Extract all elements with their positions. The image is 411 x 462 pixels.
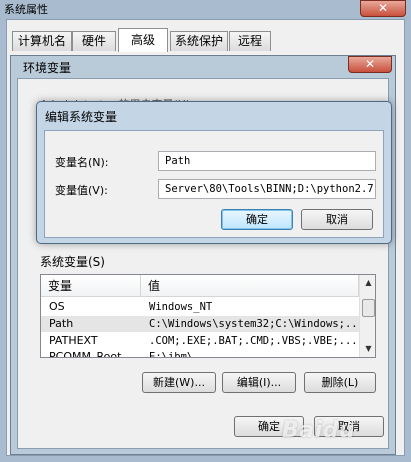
row-variable-value: C:\Windows\system32;C:\Windows;... (149, 318, 357, 330)
tab-remote[interactable]: 远程 (229, 31, 271, 51)
edit-cancel-button[interactable]: 取消 (301, 209, 373, 230)
system-variables-label: 系统变量(S) (40, 255, 105, 269)
scrollbar-thumb[interactable] (362, 299, 375, 317)
table-row[interactable]: PCOMM_Root E:\ibm\ (41, 349, 359, 358)
system-variables-table[interactable]: 变量 值 OS Windows_NT Path C:\Windows\syste… (40, 274, 376, 358)
tab-computer-name[interactable]: 计算机名 (12, 31, 72, 51)
new-variable-button[interactable]: 新建(W)... (142, 372, 216, 393)
column-header-variable[interactable]: 变量 (41, 275, 141, 297)
table-scrollbar[interactable]: ▲ ▼ (359, 275, 375, 357)
scroll-up-arrow-icon[interactable]: ▲ (360, 275, 375, 291)
edit-dialog-body: 变量名(N): Path 变量值(V): Server\80\Tools\BIN… (44, 130, 384, 238)
baidu-watermark: Baidu (282, 418, 356, 443)
tab-system-protection[interactable]: 系统保护 (170, 31, 228, 51)
tab-advanced[interactable]: 高级 (118, 28, 168, 52)
row-variable-value: Windows_NT (149, 301, 213, 313)
system-properties-title: 系统属性 (4, 3, 48, 16)
row-variable-name: PATHEXT (49, 334, 98, 347)
environment-variables-close-button[interactable]: ✕ (348, 56, 392, 73)
variable-value-label: 变量值(V): (55, 184, 108, 197)
row-variable-name: Path (49, 317, 74, 330)
variable-name-label: 变量名(N): (55, 156, 109, 169)
edit-system-variable-dialog: 编辑系统变量 变量名(N): Path 变量值(V): Server\80\To… (36, 101, 392, 244)
table-row[interactable]: OS Windows_NT (41, 299, 359, 315)
system-properties-close-button[interactable]: ✕ (360, 0, 406, 17)
scroll-down-arrow-icon[interactable]: ▼ (360, 341, 375, 357)
row-variable-name: OS (49, 300, 65, 313)
variable-name-field[interactable]: Path (158, 151, 376, 171)
edit-variable-button[interactable]: 编辑(I)... (222, 372, 296, 393)
environment-variables-title: 环境变量 (23, 61, 72, 75)
edit-dialog-title: 编辑系统变量 (45, 110, 118, 124)
variable-value-field[interactable]: Server\80\Tools\BINN;D:\python2.7.6 (158, 179, 376, 199)
row-variable-value: E:\ibm\ (149, 351, 194, 358)
row-variable-value: .COM;.EXE;.BAT;.CMD;.VBS;.VBE;... (149, 335, 357, 347)
tab-hardware[interactable]: 硬件 (72, 31, 116, 51)
edit-ok-button[interactable]: 确定 (221, 209, 293, 230)
delete-variable-button[interactable]: 删除(L) (304, 372, 376, 393)
table-row[interactable]: Path C:\Windows\system32;C:\Windows;... (41, 316, 359, 332)
row-variable-name: PCOMM_Root (49, 350, 122, 358)
table-row[interactable]: PATHEXT .COM;.EXE;.BAT;.CMD;.VBS;.VBE;..… (41, 333, 359, 349)
column-header-value[interactable]: 值 (141, 275, 359, 297)
